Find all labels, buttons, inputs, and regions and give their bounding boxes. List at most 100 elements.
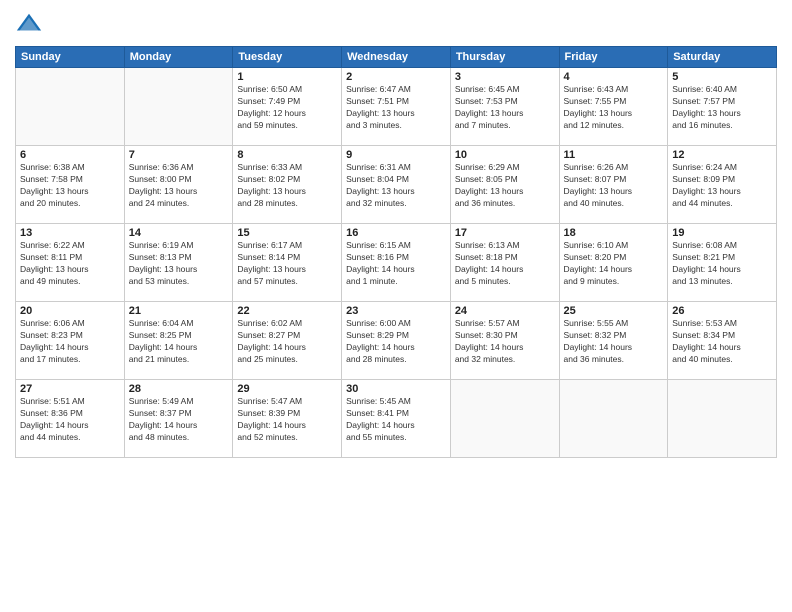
day-info: Sunrise: 6:22 AM Sunset: 8:11 PM Dayligh… [20,240,120,288]
calendar-cell [124,68,233,146]
calendar-cell [668,380,777,458]
day-number: 12 [672,149,772,161]
calendar-cell: 27Sunrise: 5:51 AM Sunset: 8:36 PM Dayli… [16,380,125,458]
day-number: 11 [564,149,664,161]
weekday-header: Sunday [16,47,125,68]
calendar-cell: 24Sunrise: 5:57 AM Sunset: 8:30 PM Dayli… [450,302,559,380]
calendar-cell: 21Sunrise: 6:04 AM Sunset: 8:25 PM Dayli… [124,302,233,380]
day-number: 24 [455,305,555,317]
day-info: Sunrise: 5:51 AM Sunset: 8:36 PM Dayligh… [20,396,120,444]
calendar-cell: 20Sunrise: 6:06 AM Sunset: 8:23 PM Dayli… [16,302,125,380]
day-number: 20 [20,305,120,317]
page: SundayMondayTuesdayWednesdayThursdayFrid… [0,0,792,612]
day-number: 6 [20,149,120,161]
calendar-cell: 11Sunrise: 6:26 AM Sunset: 8:07 PM Dayli… [559,146,668,224]
day-info: Sunrise: 6:24 AM Sunset: 8:09 PM Dayligh… [672,162,772,210]
calendar-cell: 7Sunrise: 6:36 AM Sunset: 8:00 PM Daylig… [124,146,233,224]
calendar-cell [16,68,125,146]
week-row: 1Sunrise: 6:50 AM Sunset: 7:49 PM Daylig… [16,68,777,146]
calendar-cell: 3Sunrise: 6:45 AM Sunset: 7:53 PM Daylig… [450,68,559,146]
weekday-header: Saturday [668,47,777,68]
week-row: 6Sunrise: 6:38 AM Sunset: 7:58 PM Daylig… [16,146,777,224]
day-info: Sunrise: 6:10 AM Sunset: 8:20 PM Dayligh… [564,240,664,288]
calendar-cell: 17Sunrise: 6:13 AM Sunset: 8:18 PM Dayli… [450,224,559,302]
day-info: Sunrise: 6:02 AM Sunset: 8:27 PM Dayligh… [237,318,337,366]
day-info: Sunrise: 5:55 AM Sunset: 8:32 PM Dayligh… [564,318,664,366]
weekday-header: Wednesday [342,47,451,68]
calendar-cell: 2Sunrise: 6:47 AM Sunset: 7:51 PM Daylig… [342,68,451,146]
day-number: 10 [455,149,555,161]
day-number: 22 [237,305,337,317]
weekday-header: Friday [559,47,668,68]
calendar-cell: 18Sunrise: 6:10 AM Sunset: 8:20 PM Dayli… [559,224,668,302]
calendar-cell: 9Sunrise: 6:31 AM Sunset: 8:04 PM Daylig… [342,146,451,224]
day-number: 1 [237,71,337,83]
day-number: 26 [672,305,772,317]
day-info: Sunrise: 6:45 AM Sunset: 7:53 PM Dayligh… [455,84,555,132]
calendar-cell [450,380,559,458]
calendar-cell: 1Sunrise: 6:50 AM Sunset: 7:49 PM Daylig… [233,68,342,146]
calendar-cell: 22Sunrise: 6:02 AM Sunset: 8:27 PM Dayli… [233,302,342,380]
day-info: Sunrise: 5:53 AM Sunset: 8:34 PM Dayligh… [672,318,772,366]
calendar-cell: 19Sunrise: 6:08 AM Sunset: 8:21 PM Dayli… [668,224,777,302]
calendar-cell [559,380,668,458]
day-info: Sunrise: 6:19 AM Sunset: 8:13 PM Dayligh… [129,240,229,288]
calendar-cell: 13Sunrise: 6:22 AM Sunset: 8:11 PM Dayli… [16,224,125,302]
day-number: 8 [237,149,337,161]
day-number: 29 [237,383,337,395]
weekday-header: Thursday [450,47,559,68]
day-info: Sunrise: 6:17 AM Sunset: 8:14 PM Dayligh… [237,240,337,288]
day-info: Sunrise: 6:40 AM Sunset: 7:57 PM Dayligh… [672,84,772,132]
day-info: Sunrise: 6:26 AM Sunset: 8:07 PM Dayligh… [564,162,664,210]
day-number: 27 [20,383,120,395]
calendar-cell: 14Sunrise: 6:19 AM Sunset: 8:13 PM Dayli… [124,224,233,302]
day-info: Sunrise: 6:50 AM Sunset: 7:49 PM Dayligh… [237,84,337,132]
day-number: 7 [129,149,229,161]
calendar-cell: 6Sunrise: 6:38 AM Sunset: 7:58 PM Daylig… [16,146,125,224]
week-row: 20Sunrise: 6:06 AM Sunset: 8:23 PM Dayli… [16,302,777,380]
calendar-cell: 29Sunrise: 5:47 AM Sunset: 8:39 PM Dayli… [233,380,342,458]
day-number: 23 [346,305,446,317]
day-info: Sunrise: 6:33 AM Sunset: 8:02 PM Dayligh… [237,162,337,210]
day-number: 15 [237,227,337,239]
day-info: Sunrise: 5:57 AM Sunset: 8:30 PM Dayligh… [455,318,555,366]
day-number: 2 [346,71,446,83]
calendar-cell: 30Sunrise: 5:45 AM Sunset: 8:41 PM Dayli… [342,380,451,458]
day-number: 5 [672,71,772,83]
weekday-header: Monday [124,47,233,68]
day-number: 17 [455,227,555,239]
day-info: Sunrise: 6:36 AM Sunset: 8:00 PM Dayligh… [129,162,229,210]
day-number: 25 [564,305,664,317]
calendar: SundayMondayTuesdayWednesdayThursdayFrid… [15,46,777,458]
day-info: Sunrise: 6:43 AM Sunset: 7:55 PM Dayligh… [564,84,664,132]
day-info: Sunrise: 6:38 AM Sunset: 7:58 PM Dayligh… [20,162,120,210]
day-number: 30 [346,383,446,395]
logo-icon [15,10,43,38]
day-info: Sunrise: 6:00 AM Sunset: 8:29 PM Dayligh… [346,318,446,366]
day-info: Sunrise: 6:31 AM Sunset: 8:04 PM Dayligh… [346,162,446,210]
day-info: Sunrise: 5:49 AM Sunset: 8:37 PM Dayligh… [129,396,229,444]
logo [15,10,47,38]
week-row: 13Sunrise: 6:22 AM Sunset: 8:11 PM Dayli… [16,224,777,302]
day-info: Sunrise: 6:08 AM Sunset: 8:21 PM Dayligh… [672,240,772,288]
day-info: Sunrise: 6:29 AM Sunset: 8:05 PM Dayligh… [455,162,555,210]
header [15,10,777,38]
calendar-cell: 8Sunrise: 6:33 AM Sunset: 8:02 PM Daylig… [233,146,342,224]
calendar-cell: 4Sunrise: 6:43 AM Sunset: 7:55 PM Daylig… [559,68,668,146]
weekday-header: Tuesday [233,47,342,68]
calendar-cell: 16Sunrise: 6:15 AM Sunset: 8:16 PM Dayli… [342,224,451,302]
day-info: Sunrise: 6:06 AM Sunset: 8:23 PM Dayligh… [20,318,120,366]
day-info: Sunrise: 5:45 AM Sunset: 8:41 PM Dayligh… [346,396,446,444]
calendar-cell: 26Sunrise: 5:53 AM Sunset: 8:34 PM Dayli… [668,302,777,380]
day-number: 13 [20,227,120,239]
day-number: 4 [564,71,664,83]
calendar-cell: 12Sunrise: 6:24 AM Sunset: 8:09 PM Dayli… [668,146,777,224]
calendar-cell: 15Sunrise: 6:17 AM Sunset: 8:14 PM Dayli… [233,224,342,302]
day-info: Sunrise: 6:15 AM Sunset: 8:16 PM Dayligh… [346,240,446,288]
day-info: Sunrise: 6:04 AM Sunset: 8:25 PM Dayligh… [129,318,229,366]
calendar-cell: 10Sunrise: 6:29 AM Sunset: 8:05 PM Dayli… [450,146,559,224]
day-number: 14 [129,227,229,239]
calendar-cell: 23Sunrise: 6:00 AM Sunset: 8:29 PM Dayli… [342,302,451,380]
day-number: 21 [129,305,229,317]
day-info: Sunrise: 6:13 AM Sunset: 8:18 PM Dayligh… [455,240,555,288]
